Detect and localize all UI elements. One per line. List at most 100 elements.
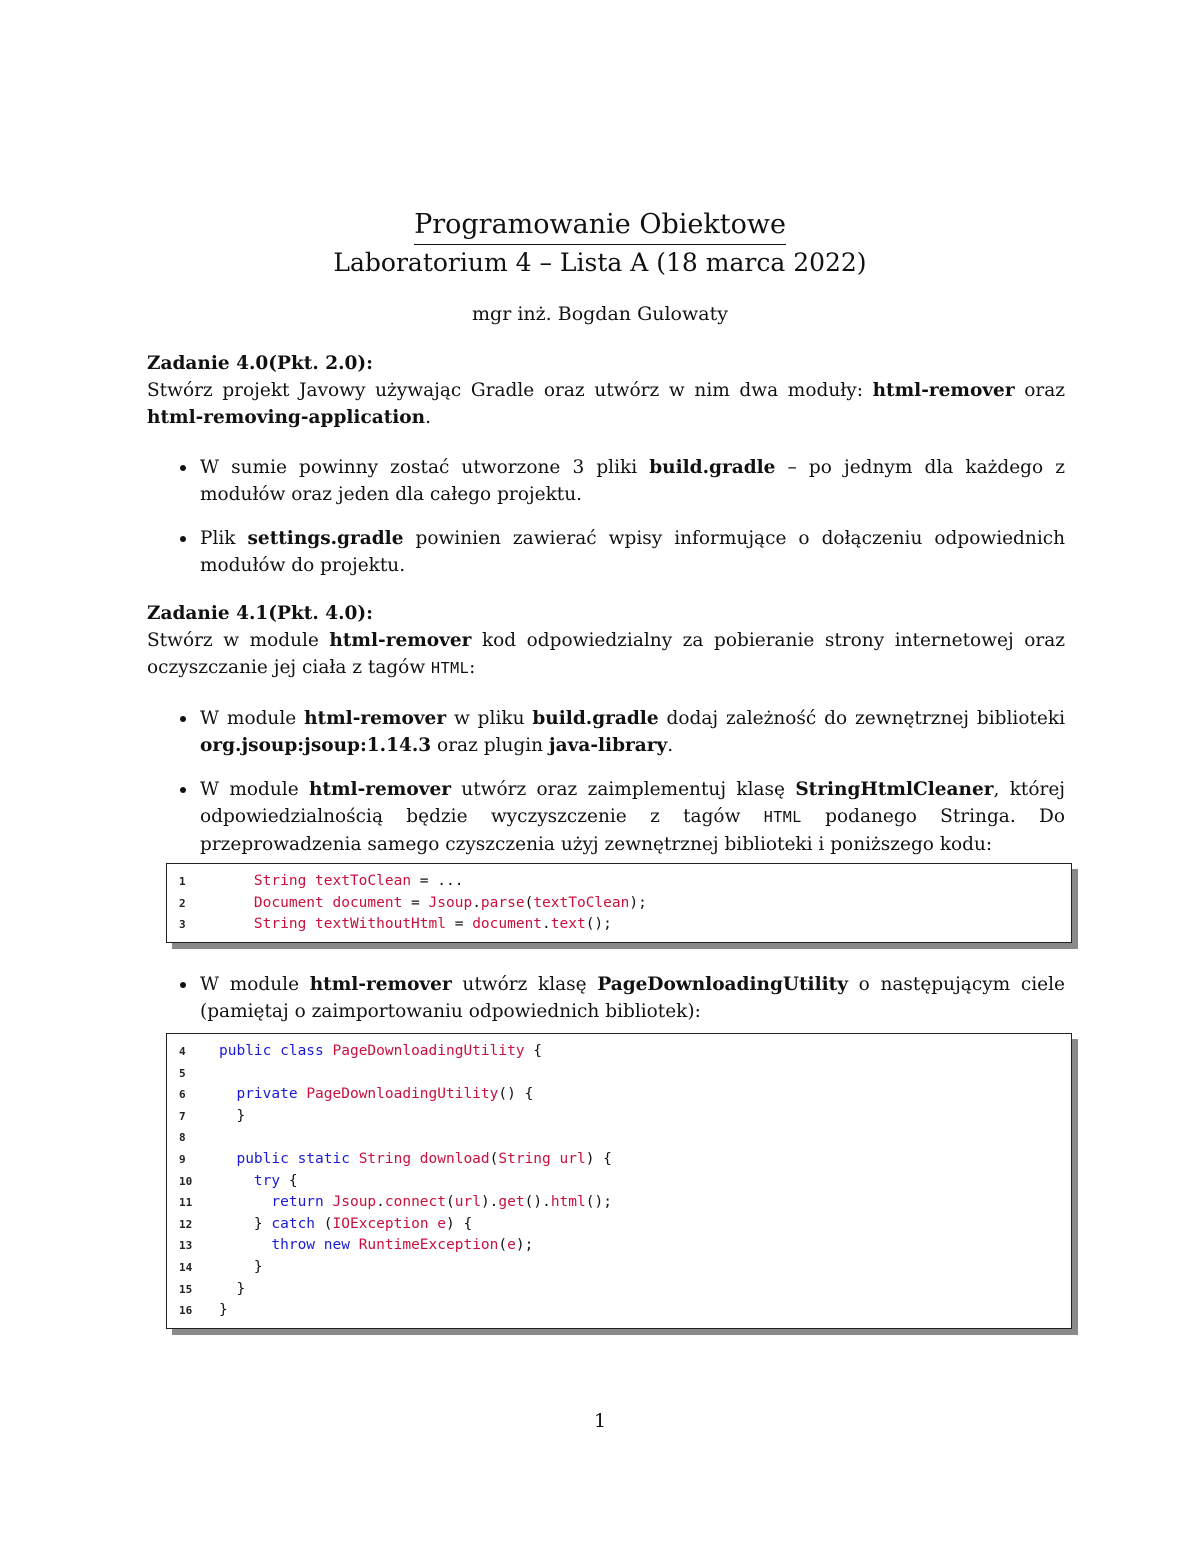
line-number: 14 [179,1260,193,1274]
code-keyword: return [271,1194,333,1211]
code-identifier: document [472,916,543,933]
code-punctuation: . [376,1194,385,1211]
code-keyword: public class [219,1043,333,1059]
code-punctuation: } [236,1107,246,1124]
code-punctuation: = ... [411,873,464,889]
code-line: 6 private PageDownloadingUtility() { [167,1084,1071,1106]
code-keyword: catch [271,1215,316,1232]
code-line: 10 try { [167,1171,1071,1193]
task-4-1-intro: Stwórz w module html-remover kod odpowie… [147,630,1065,678]
code-punctuation: ) { [585,1150,612,1167]
code-text: private PageDownloadingUtility() { [219,1084,533,1106]
code-identifier: parse [480,894,525,911]
code-identifier: String textWithoutHtml [253,916,446,933]
line-number: 13 [179,1239,193,1253]
line-number: 10 [179,1174,193,1188]
line-number: 8 [179,1131,186,1145]
code-punctuation: ). [480,1194,499,1211]
code-line: 5 [167,1063,1071,1085]
code-text: } catch (IOException e) { [219,1214,472,1236]
code-line: 11 return Jsoup.connect(url).get().html(… [167,1192,1071,1214]
code-lines: 1 String textToClean = ... 2 Document doc… [167,871,1071,936]
code-identifier: String textToClean [253,873,412,889]
line-number: 5 [179,1066,186,1080]
code-keyword: throw new [271,1237,359,1254]
code-punctuation: } [236,1280,246,1297]
code-line: 13 throw new RuntimeException(e); [167,1235,1071,1257]
line-number: 12 [179,1217,193,1231]
code-punctuation: (). [524,1194,551,1211]
code-text: String textToClean = ... [219,871,464,893]
list-item: W module html-remover utwórz oraz zaimpl… [147,776,1065,858]
code-text: try { [219,1171,298,1193]
code-punctuation: (); [585,916,612,933]
code-identifier: text [550,916,586,933]
code-block-string-cleaner: 1 String textToClean = ... 2 Document doc… [166,863,1072,943]
code-punctuation: } [253,1215,272,1232]
code-text: Document document = Jsoup.parse(textToCl… [219,893,647,915]
code-punctuation: { [524,1043,543,1059]
code-line: 16} [167,1300,1071,1322]
code-identifier: get [498,1194,525,1211]
document-author: mgr inż. Bogdan Gulowaty [472,303,728,325]
line-number: 4 [179,1045,186,1058]
code-keyword: public static [236,1150,359,1167]
line-number: 6 [179,1088,186,1102]
code-punctuation: } [253,1258,263,1275]
task-4-1-section: Zadanie 4.1(Pkt. 4.0): Stwórz w module h… [147,600,1065,682]
code-punctuation: ); [629,894,647,911]
code-text: public class PageDownloadingUtility { [219,1041,542,1063]
line-number: 7 [179,1109,186,1123]
task-4-0-heading: Zadanie 4.0(Pkt. 2.0): [147,353,373,374]
code-identifier: PageDownloadingUtility [332,1043,525,1059]
line-number: 2 [179,896,186,910]
code-line: 2 Document document = Jsoup.parse(textTo… [167,893,1071,915]
code-text: public static String download(String url… [219,1149,612,1171]
code-punctuation: (); [585,1194,612,1211]
list-item: Plik settings.gradle powinien zawierać w… [147,525,1065,579]
line-number: 9 [179,1152,186,1166]
task-4-0-bullets: W sumie powinny zostać utworzone 3 pliki… [147,454,1065,579]
code-identifier: String url [498,1150,586,1167]
code-text: return Jsoup.connect(url).get().html(); [219,1192,612,1214]
code-text: } [219,1300,228,1322]
code-identifier: IOException e [332,1215,447,1232]
document-title: Programowanie Obiektowe [0,208,1200,245]
task-4-1-bullets-a: W module html-remover w pliku build.grad… [147,705,1065,858]
line-number: 1 [179,875,186,888]
code-punctuation: ( [315,1215,333,1232]
code-identifier: e [507,1237,516,1254]
code-punctuation: = [402,894,429,911]
code-punctuation: = [445,916,473,933]
code-punctuation: ); [515,1237,534,1254]
code-text: String textWithoutHtml = document.text()… [219,914,612,936]
code-punctuation: } [219,1302,228,1319]
code-line: 9 public static String download(String u… [167,1149,1071,1171]
code-block-page-downloading-utility: 4 public class PageDownloadingUtility {5 6… [166,1033,1072,1329]
code-punctuation: . [472,894,481,911]
document-page: Programowanie Obiektowe Laboratorium 4 –… [0,0,1200,1553]
code-line: 3 String textWithoutHtml = document.text… [167,914,1071,936]
code-identifier: textToClean [533,894,630,911]
code-text: } [219,1106,245,1128]
code-keyword: private [236,1086,307,1103]
list-item: W sumie powinny zostać utworzone 3 pliki… [147,454,1065,508]
code-text: throw new RuntimeException(e); [219,1235,533,1257]
code-punctuation: ( [524,894,534,911]
code-lines: 4 public class PageDownloadingUtility {5 6… [167,1041,1071,1322]
task-4-1-bullets-b: W module html-remover utwórz klasę PageD… [147,971,1065,1025]
code-identifier: Document document [253,894,403,911]
code-line: 15 } [167,1279,1071,1301]
code-punctuation: . [542,916,551,933]
code-identifier: html [550,1194,586,1211]
code-identifier: Jsoup [332,1194,377,1211]
code-line: 7 } [167,1106,1071,1128]
code-punctuation: { [280,1172,298,1189]
document-subtitle: Laboratorium 4 – Lista A (18 marca 2022) [333,248,867,277]
code-line: 8 [167,1127,1071,1149]
code-punctuation: ( [498,1237,508,1254]
code-punctuation: () { [498,1086,534,1103]
line-number: 16 [179,1304,193,1318]
code-punctuation: ( [446,1194,455,1211]
code-text: } [219,1279,245,1301]
